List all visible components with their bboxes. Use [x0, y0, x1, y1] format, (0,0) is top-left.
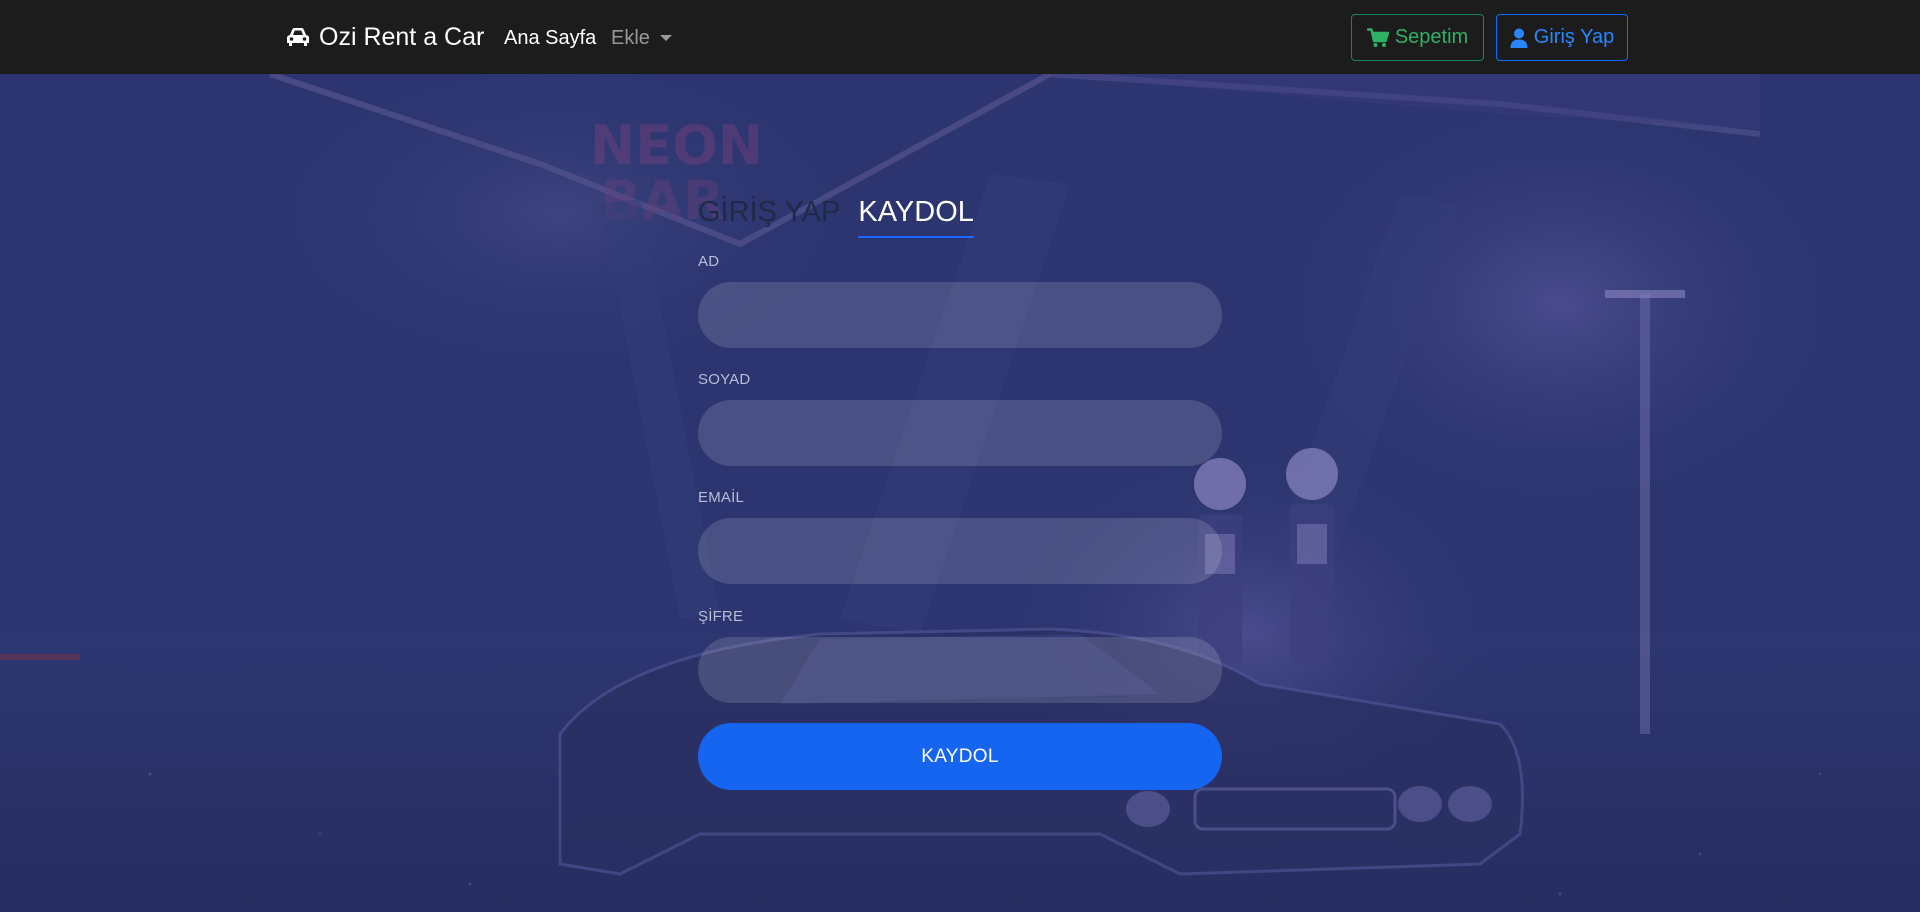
caret-down-icon — [659, 35, 672, 41]
password-input[interactable] — [698, 637, 1222, 703]
brand-name: Ozi Rent a Car — [319, 22, 485, 51]
shopping-cart-icon — [1366, 27, 1389, 48]
svg-text:NEON: NEON — [590, 114, 763, 177]
login-button[interactable]: Giriş Yap — [1496, 14, 1628, 61]
nav-add-label: Ekle — [611, 27, 650, 49]
top-navbar: Ozi Rent a Car Ana Sayfa Ekle Sepetim Gi… — [0, 0, 1920, 74]
email-input[interactable] — [698, 518, 1222, 584]
brand-link[interactable]: Ozi Rent a Car — [285, 22, 484, 52]
auth-tabs: GİRİŞ YAP KAYDOL — [698, 194, 974, 238]
cart-button[interactable]: Sepetim — [1351, 14, 1484, 61]
first-name-label: AD — [698, 253, 720, 270]
email-label: EMAİL — [698, 489, 745, 506]
tab-login[interactable]: GİRİŞ YAP — [698, 194, 840, 238]
last-name-label: SOYAD — [698, 371, 751, 388]
login-button-label: Giriş Yap — [1533, 26, 1615, 48]
nav-home-link[interactable]: Ana Sayfa — [504, 26, 596, 50]
tab-register[interactable]: KAYDOL — [858, 194, 974, 238]
last-name-input[interactable] — [698, 400, 1222, 466]
car-icon — [285, 26, 311, 48]
user-icon — [1510, 28, 1528, 48]
first-name-input[interactable] — [698, 282, 1222, 348]
register-submit-button[interactable]: KAYDOL — [698, 723, 1222, 790]
password-label: ŞİFRE — [698, 608, 744, 625]
cart-button-label: Sepetim — [1394, 26, 1469, 48]
nav-add-dropdown[interactable]: Ekle — [611, 26, 672, 50]
